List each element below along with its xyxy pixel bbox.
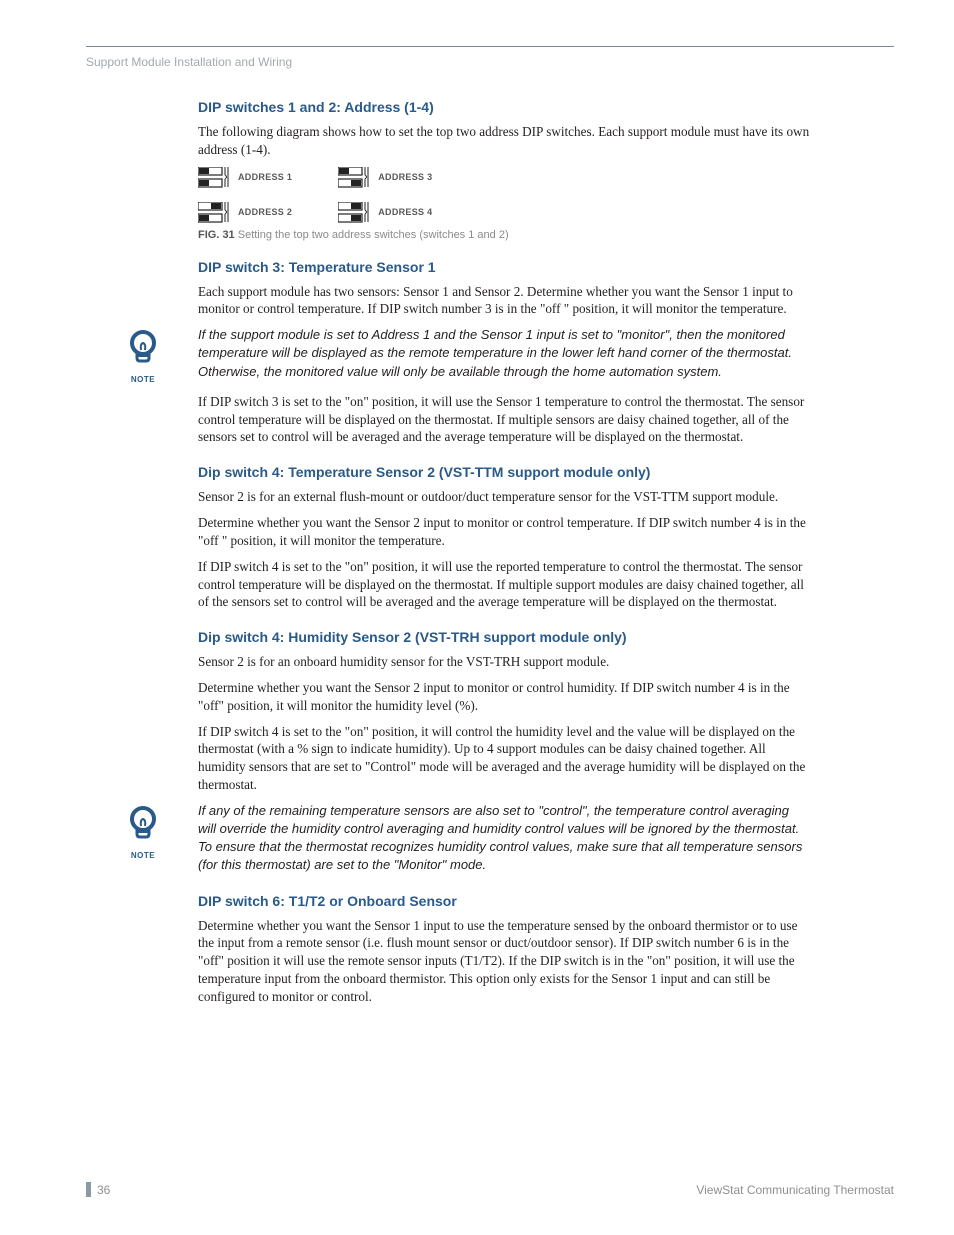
figure-text: Setting the top two address switches (sw… bbox=[235, 229, 509, 241]
body-text: Sensor 2 is for an onboard humidity sens… bbox=[198, 653, 810, 671]
page-number: 36 bbox=[97, 1183, 110, 1197]
figure-number: FIG. 31 bbox=[198, 229, 235, 241]
breadcrumb: Support Module Installation and Wiring bbox=[86, 55, 894, 69]
body-text: Each support module has two sensors: Sen… bbox=[198, 283, 810, 319]
body-text: Determine whether you want the Sensor 2 … bbox=[198, 514, 810, 550]
body-text: Sensor 2 is for an external flush-mount … bbox=[198, 488, 810, 506]
body-text: The following diagram shows how to set t… bbox=[198, 123, 810, 159]
dip-label: ADDRESS 3 bbox=[378, 172, 432, 182]
heading-dip-6: DIP switch 6: T1/T2 or Onboard Sensor bbox=[198, 893, 810, 909]
body-text: Determine whether you want the Sensor 1 … bbox=[198, 917, 810, 1006]
note-text: If any of the remaining temperature sens… bbox=[198, 802, 810, 875]
footer-accent-bar bbox=[86, 1182, 91, 1197]
heading-dip-3: DIP switch 3: Temperature Sensor 1 bbox=[198, 259, 810, 275]
note-label: NOTE bbox=[123, 375, 163, 384]
body-text: If DIP switch 4 is set to the "on" posit… bbox=[198, 558, 810, 611]
heading-dip-4-trh: Dip switch 4: Humidity Sensor 2 (VST-TRH… bbox=[198, 629, 810, 645]
dip-label: ADDRESS 2 bbox=[238, 207, 292, 217]
heading-dip-1-2: DIP switches 1 and 2: Address (1-4) bbox=[198, 99, 810, 115]
dip-switch-icon bbox=[198, 167, 234, 188]
dip-switch-icon bbox=[338, 202, 374, 223]
dip-switch-icon bbox=[338, 167, 374, 188]
footer-left: 36 bbox=[86, 1182, 110, 1197]
dip-address-1: ADDRESS 1 bbox=[198, 167, 292, 188]
note-icon-wrap: NOTE bbox=[123, 804, 163, 860]
dip-address-4: ADDRESS 4 bbox=[338, 202, 432, 223]
lightbulb-icon bbox=[126, 804, 160, 844]
body-text: If DIP switch 4 is set to the "on" posit… bbox=[198, 723, 810, 794]
note-icon-wrap: NOTE bbox=[123, 328, 163, 384]
document-title: ViewStat Communicating Thermostat bbox=[696, 1183, 894, 1197]
lightbulb-icon bbox=[126, 328, 160, 368]
dip-label: ADDRESS 4 bbox=[378, 207, 432, 217]
dip-switch-icon bbox=[198, 202, 234, 223]
page-footer: 36 ViewStat Communicating Thermostat bbox=[86, 1182, 894, 1197]
figure-caption: FIG. 31 Setting the top two address swit… bbox=[198, 229, 810, 241]
dip-switch-figure: ADDRESS 1 ADDRESS 3 ADDRESS 2 bbox=[198, 167, 432, 223]
note-label: NOTE bbox=[123, 851, 163, 860]
note-block: NOTE If any of the remaining temperature… bbox=[198, 802, 810, 875]
dip-label: ADDRESS 1 bbox=[238, 172, 292, 182]
top-rule bbox=[86, 46, 894, 47]
body-text: If DIP switch 3 is set to the "on" posit… bbox=[198, 393, 810, 446]
note-block: NOTE If the support module is set to Add… bbox=[198, 326, 810, 381]
main-content: DIP switches 1 and 2: Address (1-4) The … bbox=[198, 99, 810, 1006]
heading-dip-4-ttm: Dip switch 4: Temperature Sensor 2 (VST-… bbox=[198, 464, 810, 480]
note-text: If the support module is set to Address … bbox=[198, 326, 810, 381]
body-text: Determine whether you want the Sensor 2 … bbox=[198, 679, 810, 715]
dip-address-3: ADDRESS 3 bbox=[338, 167, 432, 188]
dip-address-2: ADDRESS 2 bbox=[198, 202, 292, 223]
